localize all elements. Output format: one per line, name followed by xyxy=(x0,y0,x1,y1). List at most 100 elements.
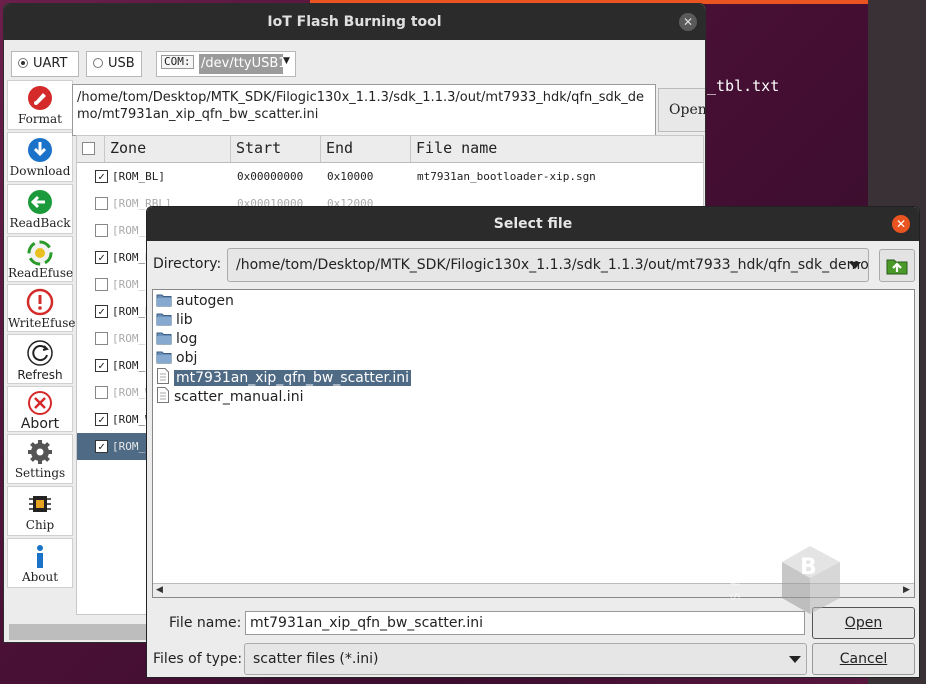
readefuse-icon xyxy=(27,240,53,266)
list-item[interactable]: log xyxy=(156,330,197,349)
info-icon xyxy=(37,545,43,568)
com-label: COM: xyxy=(161,55,194,69)
writeefuse-button[interactable]: WriteEfuse xyxy=(7,284,76,332)
checkbox-cell[interactable] xyxy=(95,197,108,210)
refresh-icon xyxy=(27,340,53,366)
folder-name: autogen xyxy=(176,293,234,309)
row-checkbox[interactable]: ✓ xyxy=(95,170,108,183)
zone-header[interactable]: Zone xyxy=(105,136,231,162)
readefuse-button[interactable]: ReadEfuse xyxy=(7,236,73,282)
usb-label: USB xyxy=(108,56,135,71)
dropdown-arrow-icon[interactable] xyxy=(849,262,861,269)
table-header: Zone Start End File name xyxy=(77,136,703,163)
parent-directory-button[interactable] xyxy=(879,249,915,282)
com-port-value[interactable]: /dev/ttyUSB1 xyxy=(199,54,283,74)
file-name: scatter_manual.ini xyxy=(174,389,304,405)
radio-unselected-icon xyxy=(93,58,103,68)
folder-icon xyxy=(156,331,172,350)
settings-button[interactable]: Settings xyxy=(7,434,73,484)
window-title: IoT Flash Burning tool xyxy=(4,4,705,40)
checkbox-cell[interactable]: ✓ xyxy=(95,251,108,264)
table-row[interactable]: ✓ [ROM_BL] 0x00000000 0x10000 mt7931an_bootl… xyxy=(77,163,703,190)
watermark-logo: SERVICE HUB IOT SER B xyxy=(720,470,920,680)
list-item[interactable]: scatter_manual.ini xyxy=(156,387,303,406)
open-scatter-button[interactable]: Open xyxy=(658,88,705,132)
com-port-select[interactable]: COM: /dev/ttyUSB1 ▼ xyxy=(156,51,296,77)
format-button[interactable]: Format xyxy=(7,80,73,130)
folder-icon xyxy=(156,293,172,312)
end-header[interactable]: End xyxy=(321,136,411,162)
checkbox-cell[interactable]: ✓ xyxy=(95,413,108,426)
close-icon[interactable]: ✕ xyxy=(679,13,697,31)
checkbox-cell[interactable]: ✓ xyxy=(95,440,108,453)
download-label: Download xyxy=(9,164,71,178)
abort-button[interactable]: Abort xyxy=(7,386,73,432)
download-icon xyxy=(28,138,52,162)
readback-icon xyxy=(28,190,52,214)
row-checkbox[interactable]: ✓ xyxy=(95,305,108,318)
list-item[interactable]: obj xyxy=(156,349,197,368)
start-header[interactable]: Start xyxy=(231,136,321,162)
row-checkbox[interactable]: ✓ xyxy=(95,359,108,372)
dropdown-arrow-icon[interactable]: ▼ xyxy=(283,56,290,66)
folder-name: log xyxy=(176,331,198,347)
select-all-checkbox[interactable] xyxy=(82,142,95,155)
list-item[interactable]: autogen xyxy=(156,292,234,311)
readback-button[interactable]: ReadBack xyxy=(7,184,73,234)
format-icon xyxy=(28,86,52,110)
format-label: Format xyxy=(18,112,62,126)
directory-select[interactable]: /home/tom/Desktop/MTK_SDK/Filogic130x_1.… xyxy=(227,248,869,282)
folder-icon xyxy=(156,350,172,369)
refresh-button[interactable]: Refresh xyxy=(7,334,73,384)
checkbox-cell[interactable]: ✓ xyxy=(95,170,108,183)
scroll-left-icon[interactable]: ◀ xyxy=(156,585,163,595)
row-checkbox[interactable] xyxy=(95,197,108,210)
row-checkbox[interactable] xyxy=(95,332,108,345)
start-cell: 0x00000000 xyxy=(237,170,304,183)
list-item[interactable]: mt7931an_xip_qfn_bw_scatter.ini xyxy=(156,368,412,387)
action-sidebar: Format Download ReadBack ReadEfuse Write… xyxy=(7,80,76,590)
row-checkbox[interactable]: ✓ xyxy=(95,440,108,453)
checkbox-cell[interactable] xyxy=(95,224,108,237)
folder-name: lib xyxy=(176,312,193,328)
abort-icon xyxy=(28,391,52,415)
row-checkbox[interactable] xyxy=(95,278,108,291)
checkbox-cell[interactable] xyxy=(95,278,108,291)
readback-label: ReadBack xyxy=(9,216,71,230)
readefuse-label: ReadEfuse xyxy=(8,266,74,280)
list-item[interactable]: lib xyxy=(156,311,193,330)
about-button[interactable]: About xyxy=(7,538,73,588)
service-hub-watermark-icon: SERVICE HUB IOT SER B xyxy=(728,498,904,614)
checkbox-cell[interactable] xyxy=(95,386,108,399)
gear-icon xyxy=(28,440,52,464)
row-checkbox[interactable] xyxy=(95,224,108,237)
abort-label: Abort xyxy=(20,416,60,432)
checkbox-cell[interactable]: ✓ xyxy=(95,359,108,372)
uart-label: UART xyxy=(33,56,68,71)
filename-header[interactable]: File name xyxy=(411,136,691,162)
uart-radio[interactable]: UART xyxy=(11,51,79,77)
row-checkbox[interactable] xyxy=(95,386,108,399)
row-checkbox[interactable]: ✓ xyxy=(95,413,108,426)
close-icon[interactable]: ✕ xyxy=(892,215,910,233)
radio-selected-icon xyxy=(18,58,28,68)
select-all-header[interactable] xyxy=(77,136,105,162)
file-name: mt7931an_xip_qfn_bw_scatter.ini xyxy=(174,370,412,386)
writeefuse-label: WriteEfuse xyxy=(8,316,76,330)
chip-icon xyxy=(29,496,51,512)
file-icon xyxy=(156,387,170,408)
row-checkbox[interactable]: ✓ xyxy=(95,251,108,264)
download-button[interactable]: Download xyxy=(7,132,73,182)
chip-button[interactable]: Chip xyxy=(7,486,73,536)
file-cell: mt7931an_bootloader-xip.sgn xyxy=(417,170,596,183)
checkbox-cell[interactable]: ✓ xyxy=(95,305,108,318)
desktop-file-label: _tbl.txt xyxy=(707,77,780,95)
usb-radio[interactable]: USB xyxy=(86,51,142,77)
zone-cell: [ROM_BL] xyxy=(112,170,165,183)
checkbox-cell[interactable] xyxy=(95,332,108,345)
about-label: About xyxy=(21,570,59,584)
scatter-path-field[interactable]: /home/tom/Desktop/MTK_SDK/Filogic130x_1.… xyxy=(72,84,656,136)
filetype-label: Files of type: xyxy=(153,651,243,667)
refresh-label: Refresh xyxy=(17,368,63,382)
writeefuse-icon xyxy=(26,288,54,316)
